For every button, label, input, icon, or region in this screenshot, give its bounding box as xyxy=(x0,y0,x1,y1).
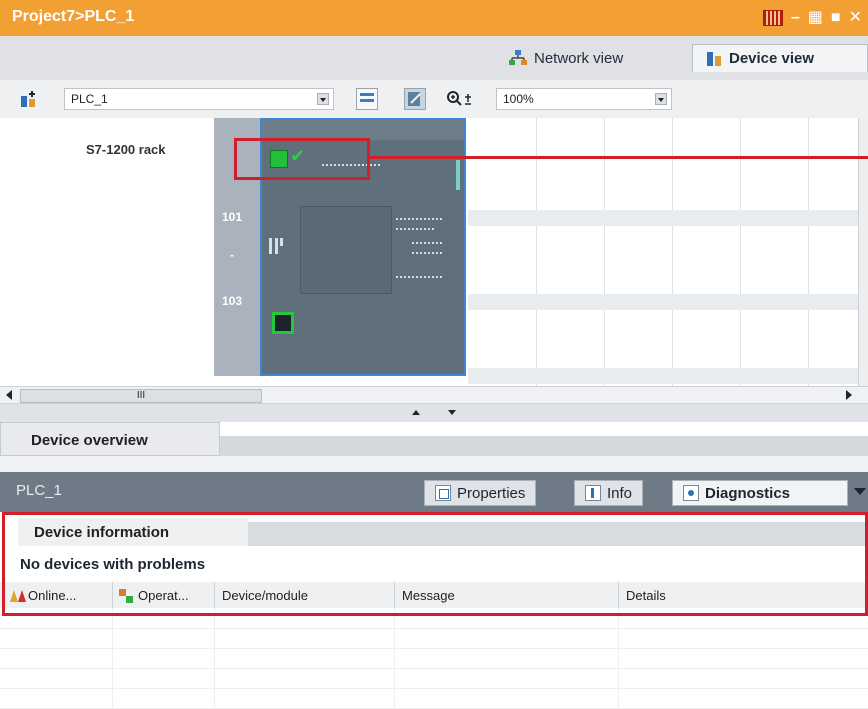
chevron-down-icon[interactable] xyxy=(655,93,667,105)
plc-top-strip xyxy=(262,120,464,140)
add-device-icon[interactable] xyxy=(20,90,40,108)
properties-icon xyxy=(435,485,451,501)
maximize-icon[interactable]: ■ xyxy=(831,10,841,26)
diagnostics-table-body xyxy=(0,608,868,709)
view-tabs-bar: Network view Device view xyxy=(0,36,868,81)
device-dropdown[interactable]: PLC_1 xyxy=(64,88,334,110)
tab-properties-label: Properties xyxy=(457,484,526,502)
scroll-thumb-label: III xyxy=(136,390,146,401)
pane-splitter[interactable] xyxy=(0,404,868,422)
inspector-header: PLC_1 Properties Info Diagnostics xyxy=(0,472,868,512)
plc-side-indicator xyxy=(456,160,460,190)
rack-icon xyxy=(360,93,374,102)
io-terminal-icon xyxy=(269,238,283,254)
restore-icon[interactable]: ▦ xyxy=(808,10,823,26)
status-indicator-icon xyxy=(762,10,783,26)
properties-view-button[interactable] xyxy=(404,88,426,110)
zoom-dropdown[interactable]: 100% xyxy=(496,88,672,110)
scroll-right-icon[interactable] xyxy=(846,390,852,400)
diagnostics-highlight-box xyxy=(2,512,868,616)
rack-label: S7-1200 rack xyxy=(86,142,166,157)
rack-view-button[interactable] xyxy=(356,88,378,110)
edit-icon xyxy=(408,92,421,106)
scroll-left-icon[interactable] xyxy=(6,390,12,400)
tab-diagnostics-label: Diagnostics xyxy=(705,484,791,502)
highlight-connector xyxy=(370,156,868,159)
slot-number: 103 xyxy=(222,294,243,308)
horizontal-scrollbar[interactable]: III xyxy=(0,386,868,404)
tab-properties[interactable]: Properties xyxy=(424,480,537,506)
device-overview-label: Device overview xyxy=(31,432,148,449)
overview-tab-strip xyxy=(220,436,868,456)
slot-number: 101 xyxy=(222,210,243,224)
network-icon xyxy=(509,50,527,65)
tab-diagnostics[interactable]: Diagnostics xyxy=(672,480,848,506)
zoom-value: 100% xyxy=(503,92,534,106)
collapse-down-icon[interactable] xyxy=(448,410,456,415)
window-title: Project7>PLC_1 xyxy=(12,8,135,25)
tab-device-overview[interactable]: Device overview xyxy=(0,422,220,456)
info-icon xyxy=(585,485,601,501)
overview-pane xyxy=(0,456,868,473)
tab-info[interactable]: Info xyxy=(574,480,644,506)
tab-network-view[interactable]: Network view xyxy=(508,46,623,70)
plc-front-panel xyxy=(300,206,392,294)
tab-info-label: Info xyxy=(607,484,633,502)
close-icon[interactable]: ✕ xyxy=(849,10,862,26)
chevron-down-icon[interactable] xyxy=(317,93,329,105)
inspector-menu-icon[interactable] xyxy=(854,488,866,495)
tab-device-label: Device view xyxy=(729,50,815,67)
zoom-icon[interactable] xyxy=(446,90,476,108)
minimize-icon[interactable]: – xyxy=(791,10,800,26)
scroll-thumb[interactable]: III xyxy=(20,389,262,403)
device-dropdown-value: PLC_1 xyxy=(71,92,108,106)
device-icon xyxy=(707,51,721,66)
ethernet-port-icon xyxy=(272,312,294,334)
inspector-title: PLC_1 xyxy=(16,482,62,499)
diagnostics-icon xyxy=(683,485,699,501)
title-bar: Project7>PLC_1 – ▦ ■ ✕ xyxy=(0,0,868,36)
tab-network-label: Network view xyxy=(534,49,624,67)
device-toolbar: PLC_1 100% xyxy=(0,80,868,119)
tab-device-view[interactable]: Device view xyxy=(692,44,868,72)
status-highlight-box xyxy=(234,138,370,180)
slot-number: - xyxy=(230,248,234,262)
window-controls: – ▦ ■ ✕ xyxy=(762,8,862,28)
expand-up-icon[interactable] xyxy=(412,410,420,415)
